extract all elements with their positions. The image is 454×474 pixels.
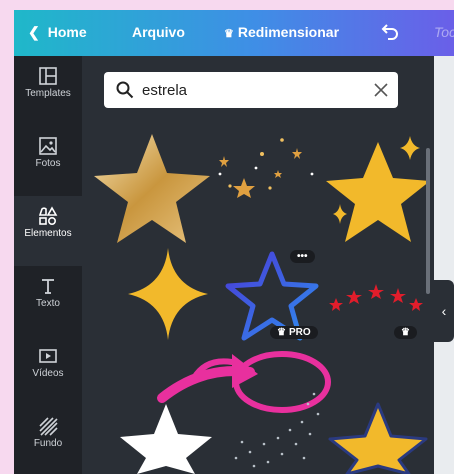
sidebar-item-text[interactable]: Texto bbox=[14, 266, 82, 336]
text-icon bbox=[42, 279, 54, 294]
undo-icon bbox=[381, 24, 398, 40]
top-bar: ❮ Home Arquivo ♛ Redimensionar Toc bbox=[14, 10, 454, 56]
sidebar-item-videos[interactable]: Vídeos bbox=[14, 336, 82, 406]
sidebar-item-label: Templates bbox=[25, 88, 71, 99]
results-grid bbox=[94, 134, 430, 474]
sidebar-item-photos[interactable]: Fotos bbox=[14, 126, 82, 196]
background-icon bbox=[39, 417, 58, 436]
result-confetti-stars[interactable] bbox=[218, 138, 314, 198]
sidebar-item-label: Fotos bbox=[35, 158, 61, 169]
photos-icon bbox=[39, 137, 57, 155]
crown-icon: ♛ bbox=[401, 327, 410, 338]
resize-button[interactable]: ♛ Redimensionar bbox=[224, 24, 339, 40]
chevron-left-icon: ❮ bbox=[28, 24, 40, 40]
panel-scrollbar[interactable] bbox=[426, 148, 430, 294]
sidebar-item-label: Vídeos bbox=[32, 368, 64, 379]
templates-icon bbox=[39, 67, 57, 85]
elements-icon bbox=[38, 206, 58, 226]
file-menu-button[interactable]: Arquivo bbox=[132, 24, 185, 40]
design-canvas-edge bbox=[434, 56, 454, 474]
collapse-panel-button[interactable]: ‹ bbox=[434, 280, 454, 342]
pro-badge: ♛ PRO bbox=[270, 326, 318, 339]
crown-icon: ♛ bbox=[277, 327, 286, 338]
sidebar-item-elements[interactable]: Elementos bbox=[14, 196, 82, 266]
highlight-annotation bbox=[157, 351, 331, 413]
sidebar-item-label: Elementos bbox=[24, 228, 72, 239]
result-yellow-star-sparkles[interactable] bbox=[326, 136, 430, 242]
sidebar-item-background[interactable]: Fundo bbox=[14, 406, 82, 474]
video-icon bbox=[39, 349, 57, 363]
result-gold-foil-star[interactable] bbox=[94, 134, 210, 243]
undo-button[interactable] bbox=[380, 21, 400, 44]
search-input[interactable] bbox=[142, 80, 362, 100]
elements-panel: ••• ♛PRO ♛ bbox=[82, 56, 434, 474]
next-menu-item[interactable]: Toc bbox=[434, 24, 454, 40]
search-icon bbox=[116, 81, 134, 99]
sidebar-item-label: Texto bbox=[36, 298, 60, 309]
crown-icon: ♛ bbox=[224, 28, 234, 40]
pro-crown-badge: ♛ bbox=[394, 326, 417, 339]
search-box bbox=[104, 72, 398, 108]
result-four-point-star[interactable] bbox=[128, 248, 208, 340]
sidebar-item-templates[interactable]: Templates bbox=[14, 56, 82, 126]
result-yellow-outlined-star[interactable] bbox=[328, 402, 428, 474]
chevron-left-icon: ‹ bbox=[441, 303, 447, 319]
sidebar-item-label: Fundo bbox=[33, 438, 63, 449]
more-options-badge[interactable]: ••• bbox=[290, 250, 315, 263]
result-white-star[interactable] bbox=[120, 404, 212, 474]
home-button[interactable]: ❮ Home bbox=[28, 24, 87, 41]
editor-frame: ❮ Home Arquivo ♛ Redimensionar Toc Templat… bbox=[14, 10, 454, 474]
sidebar: Templates Fotos Elementos Texto Vídeos F… bbox=[14, 56, 82, 474]
result-red-star-arc[interactable] bbox=[329, 284, 423, 311]
clear-search-icon[interactable] bbox=[374, 83, 388, 97]
